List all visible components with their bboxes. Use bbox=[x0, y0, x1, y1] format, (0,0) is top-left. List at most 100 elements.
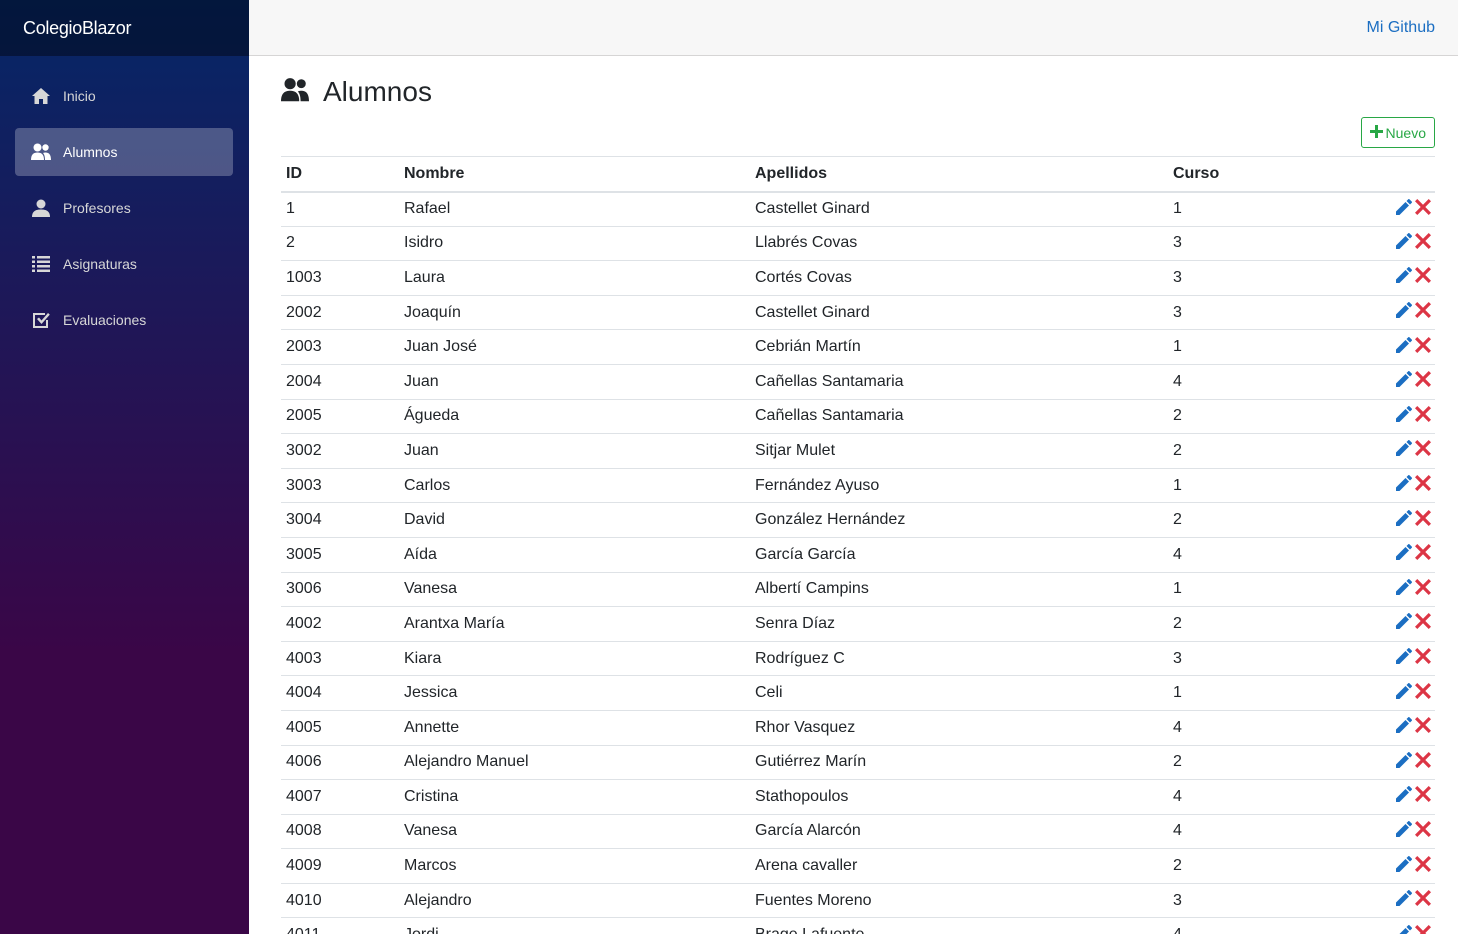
row-actions bbox=[1368, 502, 1435, 538]
edit-icon[interactable] bbox=[1396, 786, 1413, 807]
table-row: 2003 Juan José Cebrián Martín 1 bbox=[281, 329, 1435, 365]
edit-icon[interactable] bbox=[1396, 578, 1413, 600]
row-actions bbox=[1368, 641, 1435, 677]
cell-id: 3005 bbox=[281, 537, 399, 573]
cell-nombre: Vanesa bbox=[399, 572, 750, 608]
cell-nombre: Jessica bbox=[399, 675, 750, 711]
edit-icon[interactable] bbox=[1396, 267, 1413, 288]
delete-icon[interactable] bbox=[1415, 648, 1431, 669]
delete-icon[interactable] bbox=[1415, 302, 1431, 323]
cell-curso: 2 bbox=[1168, 745, 1368, 781]
person-icon bbox=[31, 198, 51, 218]
cell-curso: 3 bbox=[1168, 226, 1368, 262]
cell-nombre: Carlos bbox=[399, 468, 750, 504]
cell-curso: 1 bbox=[1168, 329, 1368, 365]
delete-icon[interactable] bbox=[1415, 820, 1431, 842]
new-button[interactable]: Nuevo bbox=[1360, 117, 1435, 148]
cell-apellidos: Fernández Ayuso bbox=[750, 468, 1168, 504]
delete-icon[interactable] bbox=[1415, 855, 1431, 877]
cell-apellidos: Arena cavaller bbox=[750, 848, 1168, 884]
edit-icon[interactable] bbox=[1396, 717, 1413, 738]
edit-icon[interactable] bbox=[1396, 198, 1413, 220]
sidebar-item-alumnos[interactable]: Alumnos bbox=[15, 128, 233, 176]
edit-icon[interactable] bbox=[1396, 405, 1413, 427]
cell-nombre: Kiara bbox=[399, 641, 750, 677]
people-icon bbox=[31, 142, 51, 162]
table-row: 2005 Águeda Cañellas Santamaria 2 bbox=[281, 399, 1435, 435]
table-row: 1 Rafael Castellet Ginard 1 bbox=[281, 191, 1435, 227]
edit-icon[interactable] bbox=[1396, 820, 1413, 842]
table-row: 4008 Vanesa García Alarcón 4 bbox=[281, 814, 1435, 850]
checkbox-icon bbox=[31, 310, 51, 330]
cell-curso: 2 bbox=[1168, 502, 1368, 538]
delete-icon[interactable] bbox=[1415, 198, 1431, 220]
home-icon bbox=[31, 86, 51, 106]
sidebar-item-evaluaciones[interactable]: Evaluaciones bbox=[15, 296, 233, 344]
cell-nombre: Águeda bbox=[399, 399, 750, 435]
sidebar-item-asignaturas[interactable]: Asignaturas bbox=[15, 240, 233, 288]
delete-icon[interactable] bbox=[1415, 336, 1431, 358]
delete-icon[interactable] bbox=[1415, 267, 1431, 288]
table-row: 2002 Joaquín Castellet Ginard 3 bbox=[281, 295, 1435, 331]
cell-nombre: Alejandro bbox=[399, 883, 750, 919]
delete-icon[interactable] bbox=[1415, 544, 1431, 565]
edit-icon[interactable] bbox=[1396, 890, 1413, 911]
delete-icon[interactable] bbox=[1415, 232, 1431, 254]
edit-icon[interactable] bbox=[1396, 475, 1413, 496]
delete-icon[interactable] bbox=[1415, 751, 1431, 773]
delete-icon[interactable] bbox=[1415, 440, 1431, 461]
edit-icon[interactable] bbox=[1396, 336, 1413, 358]
edit-icon[interactable] bbox=[1396, 302, 1413, 323]
edit-icon[interactable] bbox=[1396, 613, 1413, 634]
edit-icon[interactable] bbox=[1396, 751, 1413, 773]
edit-icon[interactable] bbox=[1396, 232, 1413, 254]
delete-icon[interactable] bbox=[1415, 786, 1431, 807]
delete-icon[interactable] bbox=[1415, 717, 1431, 738]
row-actions bbox=[1368, 537, 1435, 573]
cell-apellidos: Castellet Ginard bbox=[750, 191, 1168, 227]
row-actions bbox=[1368, 883, 1435, 919]
edit-icon[interactable] bbox=[1396, 440, 1413, 461]
edit-icon[interactable] bbox=[1396, 544, 1413, 565]
row-actions bbox=[1368, 710, 1435, 746]
header-nombre[interactable]: Nombre bbox=[399, 156, 750, 193]
github-link[interactable]: Mi Github bbox=[1367, 19, 1435, 37]
cell-id: 4009 bbox=[281, 848, 399, 884]
cell-apellidos: González Hernández bbox=[750, 502, 1168, 538]
brand-link[interactable]: ColegioBlazor bbox=[23, 18, 131, 39]
nav-menu: Inicio Alumnos Profesores Asignaturas Ev… bbox=[0, 56, 249, 344]
delete-icon[interactable] bbox=[1415, 371, 1431, 392]
delete-icon[interactable] bbox=[1415, 509, 1431, 531]
main-content: Alumnos Nuevo ID Nombre Apellidos Curso … bbox=[281, 56, 1435, 934]
cell-nombre: Aída bbox=[399, 537, 750, 573]
sidebar-item-profesores[interactable]: Profesores bbox=[15, 184, 233, 232]
header-apellidos[interactable]: Apellidos bbox=[750, 156, 1168, 193]
delete-icon[interactable] bbox=[1415, 682, 1431, 704]
delete-icon[interactable] bbox=[1415, 613, 1431, 634]
delete-icon[interactable] bbox=[1415, 890, 1431, 911]
cell-nombre: Vanesa bbox=[399, 814, 750, 850]
cell-nombre: Jordi bbox=[399, 917, 750, 934]
edit-icon[interactable] bbox=[1396, 509, 1413, 531]
delete-icon[interactable] bbox=[1415, 475, 1431, 496]
header-curso[interactable]: Curso bbox=[1168, 156, 1368, 193]
edit-icon[interactable] bbox=[1396, 682, 1413, 704]
delete-icon[interactable] bbox=[1415, 405, 1431, 427]
edit-icon[interactable] bbox=[1396, 647, 1413, 669]
table-row: 3002 Juan Sitjar Mulet 2 bbox=[281, 433, 1435, 469]
delete-icon[interactable] bbox=[1415, 578, 1431, 600]
edit-icon[interactable] bbox=[1396, 855, 1413, 877]
cell-id: 2002 bbox=[281, 295, 399, 331]
cell-curso: 1 bbox=[1168, 191, 1368, 227]
cell-nombre: Juan bbox=[399, 433, 750, 469]
header-id[interactable]: ID bbox=[281, 156, 399, 193]
delete-icon[interactable] bbox=[1415, 924, 1431, 934]
edit-icon[interactable] bbox=[1396, 371, 1413, 392]
cell-apellidos: García Alarcón bbox=[750, 814, 1168, 850]
sidebar-item-inicio[interactable]: Inicio bbox=[15, 72, 233, 120]
cell-id: 4005 bbox=[281, 710, 399, 746]
cell-nombre: Joaquín bbox=[399, 295, 750, 331]
cell-curso: 4 bbox=[1168, 917, 1368, 934]
edit-icon[interactable] bbox=[1396, 924, 1413, 934]
top-row: Mi Github bbox=[249, 0, 1458, 56]
